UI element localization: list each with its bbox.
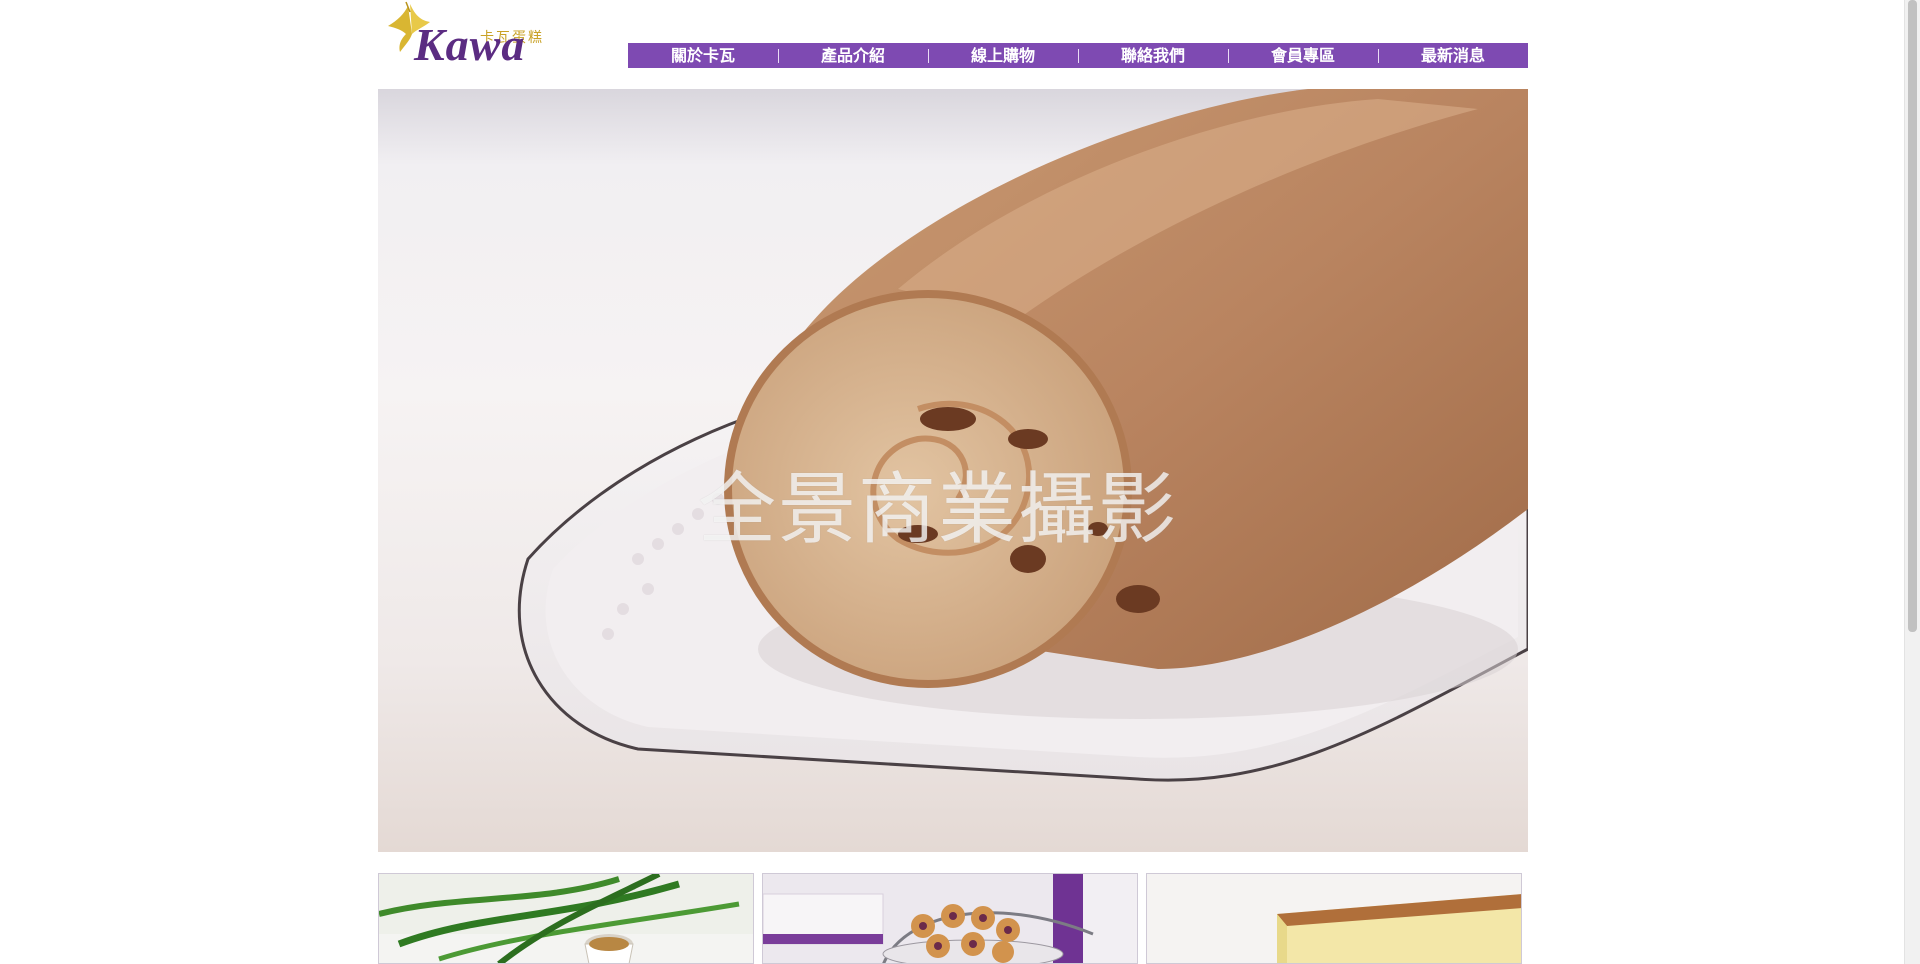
nav-item-shop[interactable]: 線上購物 [928, 43, 1078, 68]
thumbnail-row [378, 873, 1528, 964]
main-nav: 關於卡瓦 產品介紹 線上購物 聯絡我們 會員專區 最新消息 [628, 43, 1528, 68]
logo-brand-name: Kawa [414, 19, 526, 70]
watermark-text: 全景商業攝影 [698, 465, 1179, 555]
thumbnail-3[interactable] [1146, 873, 1522, 964]
scrollbar-thumb[interactable] [1908, 0, 1917, 632]
madeleine-stand-image [763, 874, 1137, 963]
castella-cake-image [1147, 874, 1521, 963]
nav-item-contact[interactable]: 聯絡我們 [1078, 43, 1228, 68]
thumbnail-1[interactable] [378, 873, 754, 964]
hero-banner-image: 全景商業攝影 [378, 89, 1528, 852]
nav-item-products[interactable]: 產品介紹 [778, 43, 928, 68]
vertical-scrollbar[interactable] [1904, 0, 1920, 964]
nav-item-members[interactable]: 會員專區 [1228, 43, 1378, 68]
tea-pandan-image [379, 874, 753, 963]
page: 卡瓦蛋糕 Kawa 關於卡瓦 產品介紹 線上購物 聯絡我們 會員專區 最新消息 [0, 0, 1920, 964]
nav-item-about[interactable]: 關於卡瓦 [628, 43, 778, 68]
nav-item-news[interactable]: 最新消息 [1378, 43, 1528, 68]
site-logo[interactable]: 卡瓦蛋糕 Kawa [380, 0, 562, 68]
thumbnail-2[interactable] [762, 873, 1138, 964]
